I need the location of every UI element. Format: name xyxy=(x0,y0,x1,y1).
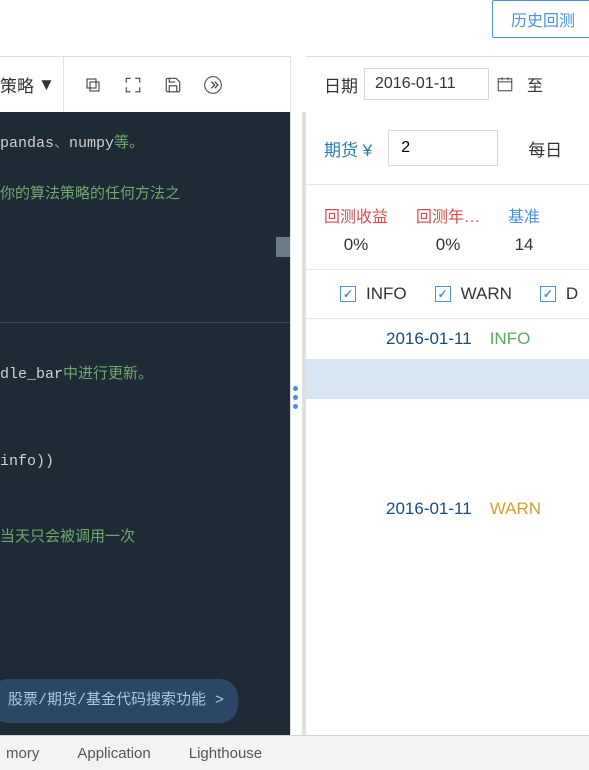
log-filter-row: ✓ INFO ✓ WARN ✓ D xyxy=(306,270,589,319)
metric-annual-return: 回测年… 0% xyxy=(416,203,480,255)
log-date: 2016-01-11 xyxy=(386,499,472,519)
log-list: 2016-01-11 INFO 2016-01-11 WARN xyxy=(306,319,589,529)
more-icon[interactable] xyxy=(202,74,224,96)
filter-d-label: D xyxy=(566,284,578,304)
code-token: 等。 xyxy=(114,135,144,152)
strategy-label: 策略 xyxy=(0,72,34,97)
futures-label: 期货 ¥ xyxy=(324,136,372,161)
devtools-tabs: mory Application Lighthouse xyxy=(0,735,589,770)
log-row[interactable]: 2016-01-11 INFO xyxy=(306,319,589,359)
save-icon[interactable] xyxy=(162,74,184,96)
code-token: numpy xyxy=(69,135,114,152)
code-cursor xyxy=(276,237,290,257)
metric-label: 基准 xyxy=(508,203,540,227)
tab-memory[interactable]: mory xyxy=(6,745,39,762)
frequency-label: 每日 xyxy=(528,136,562,161)
code-token: pandas xyxy=(0,135,54,152)
log-level: WARN xyxy=(490,499,541,519)
code-line: info)) xyxy=(0,448,290,477)
log-date: 2016-01-11 xyxy=(386,329,472,349)
results-pane: 日期 至 期货 ¥ 每日 回测收益 0% 回测年… 0% 基准 14 xyxy=(306,56,589,735)
filter-info-label: INFO xyxy=(366,284,407,304)
tab-application[interactable]: Application xyxy=(77,745,150,762)
metric-label: 回测年… xyxy=(416,203,480,227)
checkbox-info[interactable]: ✓ xyxy=(340,286,356,302)
log-row[interactable]: 2016-01-11 WARN xyxy=(306,489,589,529)
calendar-icon[interactable] xyxy=(495,74,515,94)
code-token: 、 xyxy=(54,135,69,152)
date-label: 日期 xyxy=(324,72,358,97)
code-token: 中进行更新。 xyxy=(63,366,153,383)
code-line: 你的算法策略的任何方法之 xyxy=(0,181,290,210)
code-editor[interactable]: pandas、numpy等。 你的算法策略的任何方法之 dle_bar中进行更新… xyxy=(0,112,290,735)
drag-handle-icon xyxy=(293,386,298,409)
params-row: 期货 ¥ 每日 xyxy=(306,112,589,185)
metric-value: 0% xyxy=(416,235,480,255)
expand-icon[interactable] xyxy=(122,74,144,96)
code-search-button[interactable]: 股票/期货/基金代码搜索功能 > xyxy=(0,679,238,724)
date-from-input[interactable] xyxy=(364,68,489,100)
history-backtest-button[interactable]: 历史回测 xyxy=(492,0,589,38)
metrics-row: 回测收益 0% 回测年… 0% 基准 14 xyxy=(306,185,589,270)
log-level: INFO xyxy=(490,329,531,349)
futures-amount-input[interactable] xyxy=(388,130,498,166)
metric-value: 0% xyxy=(324,235,388,255)
checkbox-debug[interactable]: ✓ xyxy=(540,286,556,302)
date-to-label: 至 xyxy=(527,72,543,96)
metric-benchmark: 基准 14 xyxy=(508,203,540,255)
code-token: dle_bar xyxy=(0,366,63,383)
editor-toolbar: 策略 ▼ xyxy=(0,56,290,112)
filter-warn-label: WARN xyxy=(461,284,512,304)
copy-icon[interactable] xyxy=(82,74,104,96)
checkbox-warn[interactable]: ✓ xyxy=(435,286,451,302)
pane-divider[interactable] xyxy=(290,56,306,735)
tab-lighthouse[interactable]: Lighthouse xyxy=(189,745,262,762)
editor-pane: 策略 ▼ pandas、numpy等。 你的算法策略的任何方法之 dle_ xyxy=(0,56,290,735)
code-separator xyxy=(0,322,290,323)
chevron-down-icon: ▼ xyxy=(38,75,55,95)
date-toolbar: 日期 至 xyxy=(306,56,589,112)
strategy-dropdown[interactable]: 策略 ▼ xyxy=(0,57,64,112)
log-row-selected[interactable] xyxy=(306,359,589,399)
metric-backtest-return: 回测收益 0% xyxy=(324,203,388,255)
metric-value: 14 xyxy=(508,235,540,255)
metric-label: 回测收益 xyxy=(324,203,388,227)
code-line: 当天只会被调用一次 xyxy=(0,524,290,553)
